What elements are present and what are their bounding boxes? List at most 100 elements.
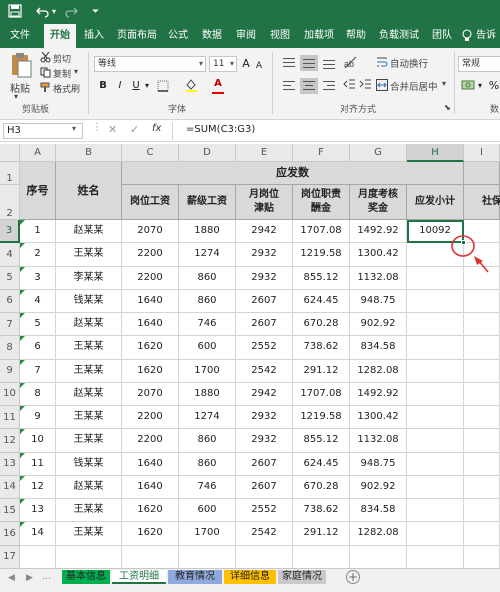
cell-duty-pay[interactable]: 624.45 bbox=[293, 452, 350, 476]
cell-monthly-allowance[interactable]: 2542 bbox=[236, 522, 293, 546]
cell-grade-salary[interactable]: 746 bbox=[179, 475, 236, 499]
cell-social-security[interactable] bbox=[464, 499, 500, 523]
cell-seq[interactable]: 4 bbox=[20, 289, 56, 313]
tab-load-test[interactable]: 负载测试 bbox=[374, 24, 424, 48]
cell-subtotal[interactable]: 10092 bbox=[407, 220, 464, 244]
cell-post-salary[interactable]: 2070 bbox=[122, 220, 179, 244]
tab-view[interactable]: 视图 bbox=[266, 24, 294, 48]
cell-post-salary[interactable]: 1640 bbox=[122, 313, 179, 337]
cell-post-salary[interactable]: 2200 bbox=[122, 266, 179, 290]
cell-seq[interactable]: 9 bbox=[20, 406, 56, 430]
cell-monthly-allowance[interactable]: 2607 bbox=[236, 475, 293, 499]
cell-monthly-allowance[interactable]: 2932 bbox=[236, 266, 293, 290]
bold-button[interactable]: B bbox=[96, 78, 110, 94]
next-sheet-icon[interactable]: ▶ bbox=[26, 573, 33, 583]
cell-subtotal[interactable] bbox=[407, 452, 464, 476]
cell-duty-pay[interactable]: 1219.58 bbox=[293, 243, 350, 267]
cell-monthly-allowance[interactable]: 2932 bbox=[236, 429, 293, 453]
sheet-tab-family[interactable]: 家庭情况 bbox=[278, 570, 326, 584]
cell-name[interactable]: 王某某 bbox=[56, 499, 122, 523]
cell-social-security[interactable] bbox=[464, 243, 500, 267]
cell-subtotal[interactable] bbox=[407, 522, 464, 546]
cell-name[interactable]: 钱某某 bbox=[56, 452, 122, 476]
empty-cell[interactable] bbox=[464, 545, 500, 568]
empty-cell[interactable] bbox=[122, 545, 179, 568]
cell-social-security[interactable] bbox=[464, 452, 500, 476]
cell-grade-salary[interactable]: 746 bbox=[179, 313, 236, 337]
increase-indent-icon[interactable] bbox=[358, 78, 372, 94]
column-header-f[interactable]: F bbox=[293, 144, 350, 162]
undo-dropdown-icon[interactable]: ▾ bbox=[52, 4, 56, 20]
cell-seq[interactable]: 3 bbox=[20, 266, 56, 290]
cell-grade-salary[interactable]: 860 bbox=[179, 429, 236, 453]
column-header-a[interactable]: A bbox=[20, 144, 56, 162]
wrap-text-button[interactable]: 自动换行 bbox=[390, 56, 428, 70]
cell-social-security[interactable] bbox=[464, 220, 500, 244]
cell-monthly-bonus[interactable]: 1492.92 bbox=[350, 220, 407, 244]
cancel-icon[interactable]: ✕ bbox=[108, 123, 117, 136]
font-color-button[interactable]: A bbox=[212, 76, 224, 92]
cell-duty-pay[interactable]: 855.12 bbox=[293, 266, 350, 290]
cell-seq[interactable]: 14 bbox=[20, 522, 56, 546]
empty-cell[interactable] bbox=[236, 545, 293, 568]
cell-duty-pay[interactable]: 855.12 bbox=[293, 429, 350, 453]
cell-social-security[interactable] bbox=[464, 336, 500, 360]
sheet-tab-salary-detail[interactable]: 工资明细 bbox=[112, 570, 166, 584]
cell-grade-salary[interactable]: 1700 bbox=[179, 522, 236, 546]
cell-seq[interactable]: 11 bbox=[20, 452, 56, 476]
cell-name[interactable]: 王某某 bbox=[56, 406, 122, 430]
tab-insert[interactable]: 插入 bbox=[80, 24, 108, 48]
row-header-15[interactable]: 15 bbox=[0, 499, 20, 523]
tab-team[interactable]: 团队 bbox=[428, 24, 456, 48]
currency-dropdown-icon[interactable]: ▾ bbox=[476, 78, 484, 94]
cell-monthly-bonus[interactable]: 1492.92 bbox=[350, 382, 407, 406]
tab-home[interactable]: 开始 bbox=[44, 24, 76, 48]
cell-duty-pay[interactable]: 1707.08 bbox=[293, 382, 350, 406]
tab-page-layout[interactable]: 页面布局 bbox=[112, 24, 162, 48]
cell-duty-pay[interactable]: 670.28 bbox=[293, 313, 350, 337]
empty-cell[interactable] bbox=[407, 545, 464, 568]
align-bottom-button[interactable] bbox=[320, 55, 338, 71]
seq-header[interactable]: 序号 bbox=[20, 162, 56, 220]
row-header-14[interactable]: 14 bbox=[0, 475, 20, 499]
cell-monthly-bonus[interactable]: 948.75 bbox=[350, 289, 407, 313]
cell-duty-pay[interactable]: 291.12 bbox=[293, 359, 350, 383]
borders-icon[interactable] bbox=[156, 78, 170, 94]
paste-icon[interactable] bbox=[10, 52, 32, 81]
cell-seq[interactable]: 10 bbox=[20, 429, 56, 453]
align-left-button[interactable] bbox=[280, 78, 298, 94]
cell-social-security[interactable] bbox=[464, 475, 500, 499]
cell-monthly-allowance[interactable]: 2607 bbox=[236, 452, 293, 476]
cell-social-security[interactable] bbox=[464, 266, 500, 290]
cell-monthly-bonus[interactable]: 834.58 bbox=[350, 336, 407, 360]
column-header-d[interactable]: D bbox=[179, 144, 236, 162]
fill-color-icon[interactable] bbox=[184, 78, 198, 94]
cell-duty-pay[interactable]: 738.62 bbox=[293, 499, 350, 523]
cell-seq[interactable]: 13 bbox=[20, 499, 56, 523]
column-header-h[interactable]: H bbox=[407, 144, 464, 162]
cell-monthly-allowance[interactable]: 2552 bbox=[236, 499, 293, 523]
cell-subtotal[interactable] bbox=[407, 243, 464, 267]
merge-center-icon[interactable] bbox=[376, 79, 388, 94]
cell-grade-salary[interactable]: 1880 bbox=[179, 220, 236, 244]
chevron-down-icon[interactable]: ▾ bbox=[72, 124, 76, 133]
tab-help[interactable]: 帮助 bbox=[342, 24, 370, 48]
undo-icon[interactable] bbox=[36, 4, 50, 22]
worksheet-grid[interactable]: A B C D E F G H I 1 2 3 4 5 6 7 8 9 10 11 12 13 14 15 1… bbox=[0, 144, 500, 568]
cell-seq[interactable]: 8 bbox=[20, 382, 56, 406]
cell-seq[interactable]: 6 bbox=[20, 336, 56, 360]
cell-post-salary[interactable]: 1620 bbox=[122, 522, 179, 546]
italic-button[interactable]: I bbox=[114, 78, 126, 94]
tab-formulas[interactable]: 公式 bbox=[164, 24, 192, 48]
row-header-9[interactable]: 9 bbox=[0, 359, 20, 383]
cell-subtotal[interactable] bbox=[407, 475, 464, 499]
row-header-7[interactable]: 7 bbox=[0, 313, 20, 337]
row-header-6[interactable]: 6 bbox=[0, 289, 20, 313]
font-name-select[interactable]: 等线 ▾ bbox=[94, 56, 206, 72]
cell-social-security[interactable] bbox=[464, 382, 500, 406]
cell-name[interactable]: 赵某某 bbox=[56, 475, 122, 499]
cell-monthly-bonus[interactable]: 1132.08 bbox=[350, 429, 407, 453]
empty-cell[interactable] bbox=[179, 545, 236, 568]
cell-name[interactable]: 王某某 bbox=[56, 429, 122, 453]
cell-subtotal[interactable] bbox=[407, 359, 464, 383]
